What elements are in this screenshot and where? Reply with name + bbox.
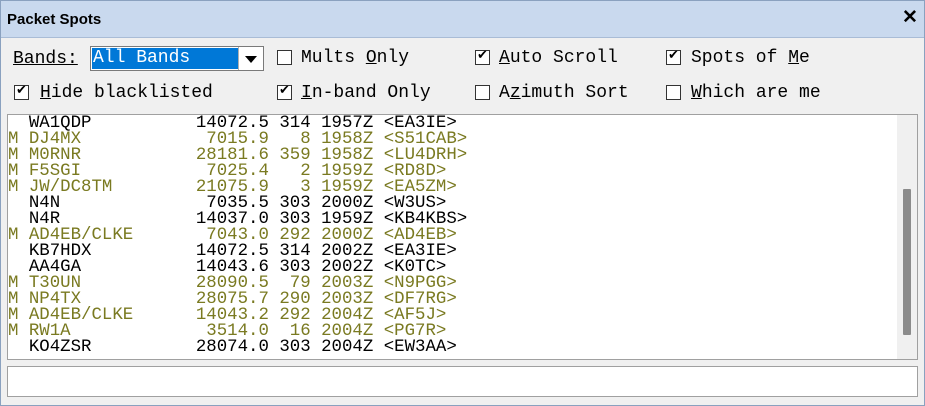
spot-row[interactable]: M AD4EB/CLKE 7043.0 292 2000Z <AD4EB> — [8, 227, 457, 244]
which-are-me-label[interactable]: Which are me — [691, 83, 821, 103]
title-bar[interactable]: Packet Spots ✕ — [1, 1, 924, 38]
spot-row[interactable]: M M0RNR 28181.6 359 1958Z <LU4DRH> — [8, 147, 467, 164]
window-title: Packet Spots — [7, 11, 102, 28]
azimuth-sort-checkbox[interactable] — [475, 85, 490, 100]
spot-row[interactable]: KO4ZSR 28074.0 303 2004Z <EW3AA> — [8, 339, 457, 356]
spot-row[interactable]: M DJ4MX 7015.9 8 1958Z <S51CAB> — [8, 131, 467, 148]
command-input[interactable] — [7, 366, 918, 397]
scrollbar-thumb[interactable] — [903, 189, 911, 335]
auto-scroll-checkbox[interactable] — [475, 48, 490, 65]
vertical-scrollbar[interactable] — [897, 115, 917, 359]
spot-row[interactable]: M NP4TX 28075.7 290 2003Z <DF7RG> — [8, 291, 457, 308]
azimuth-sort-label[interactable]: Azimuth Sort — [499, 83, 629, 103]
spot-row[interactable]: N4R 14037.0 303 1959Z <KB4KBS> — [8, 211, 467, 228]
hide-blacklisted-label[interactable]: Hide blacklisted — [40, 83, 213, 103]
bands-selected-value[interactable]: All Bands — [92, 48, 239, 69]
chevron-down-icon[interactable] — [238, 47, 263, 70]
bands-dropdown[interactable]: All Bands — [90, 46, 264, 71]
inband-only-label[interactable]: In-band Only — [301, 83, 431, 103]
which-are-me-checkbox[interactable] — [666, 85, 681, 100]
spot-row[interactable]: WA1QDP 14072.5 314 1957Z <EA3IE> — [8, 115, 457, 132]
spot-row[interactable]: KB7HDX 14072.5 314 2002Z <EA3IE> — [8, 243, 457, 260]
spot-row[interactable]: N4N 7035.5 303 2000Z <W3US> — [8, 195, 446, 212]
spot-row[interactable]: M T30UN 28090.5 79 2003Z <N9PGG> — [8, 275, 457, 292]
spots-of-me-checkbox[interactable] — [666, 48, 681, 65]
inband-only-checkbox[interactable] — [277, 83, 292, 100]
spot-row[interactable]: M AD4EB/CLKE 14043.2 292 2004Z <AF5J> — [8, 307, 446, 324]
auto-scroll-label[interactable]: Auto Scroll — [499, 48, 618, 68]
spot-row[interactable]: AA4GA 14043.6 303 2002Z <K0TC> — [8, 259, 446, 276]
hide-blacklisted-checkbox[interactable] — [14, 83, 29, 100]
spots-list[interactable]: KO4ZSR 28074.0 303 2004Z <EW3AA> M RW1A 3… — [7, 114, 918, 360]
close-icon[interactable]: ✕ — [900, 8, 920, 28]
bands-label: Bands: — [13, 49, 78, 69]
spot-row[interactable]: M F5SGI 7025.4 2 1959Z <RD8D> — [8, 163, 446, 180]
spot-row[interactable]: M JW/DC8TM 21075.9 3 1959Z <EA5ZM> — [8, 179, 457, 196]
spots-of-me-label[interactable]: Spots of Me — [691, 48, 810, 68]
spot-row[interactable]: M RW1A 3514.0 16 2004Z <PG7R> — [8, 323, 446, 340]
mults-only-label[interactable]: Mults Only — [301, 48, 409, 68]
packet-spots-window: Packet Spots ✕ Bands: All Bands Mults On… — [0, 0, 925, 406]
mults-only-checkbox[interactable] — [277, 50, 292, 65]
